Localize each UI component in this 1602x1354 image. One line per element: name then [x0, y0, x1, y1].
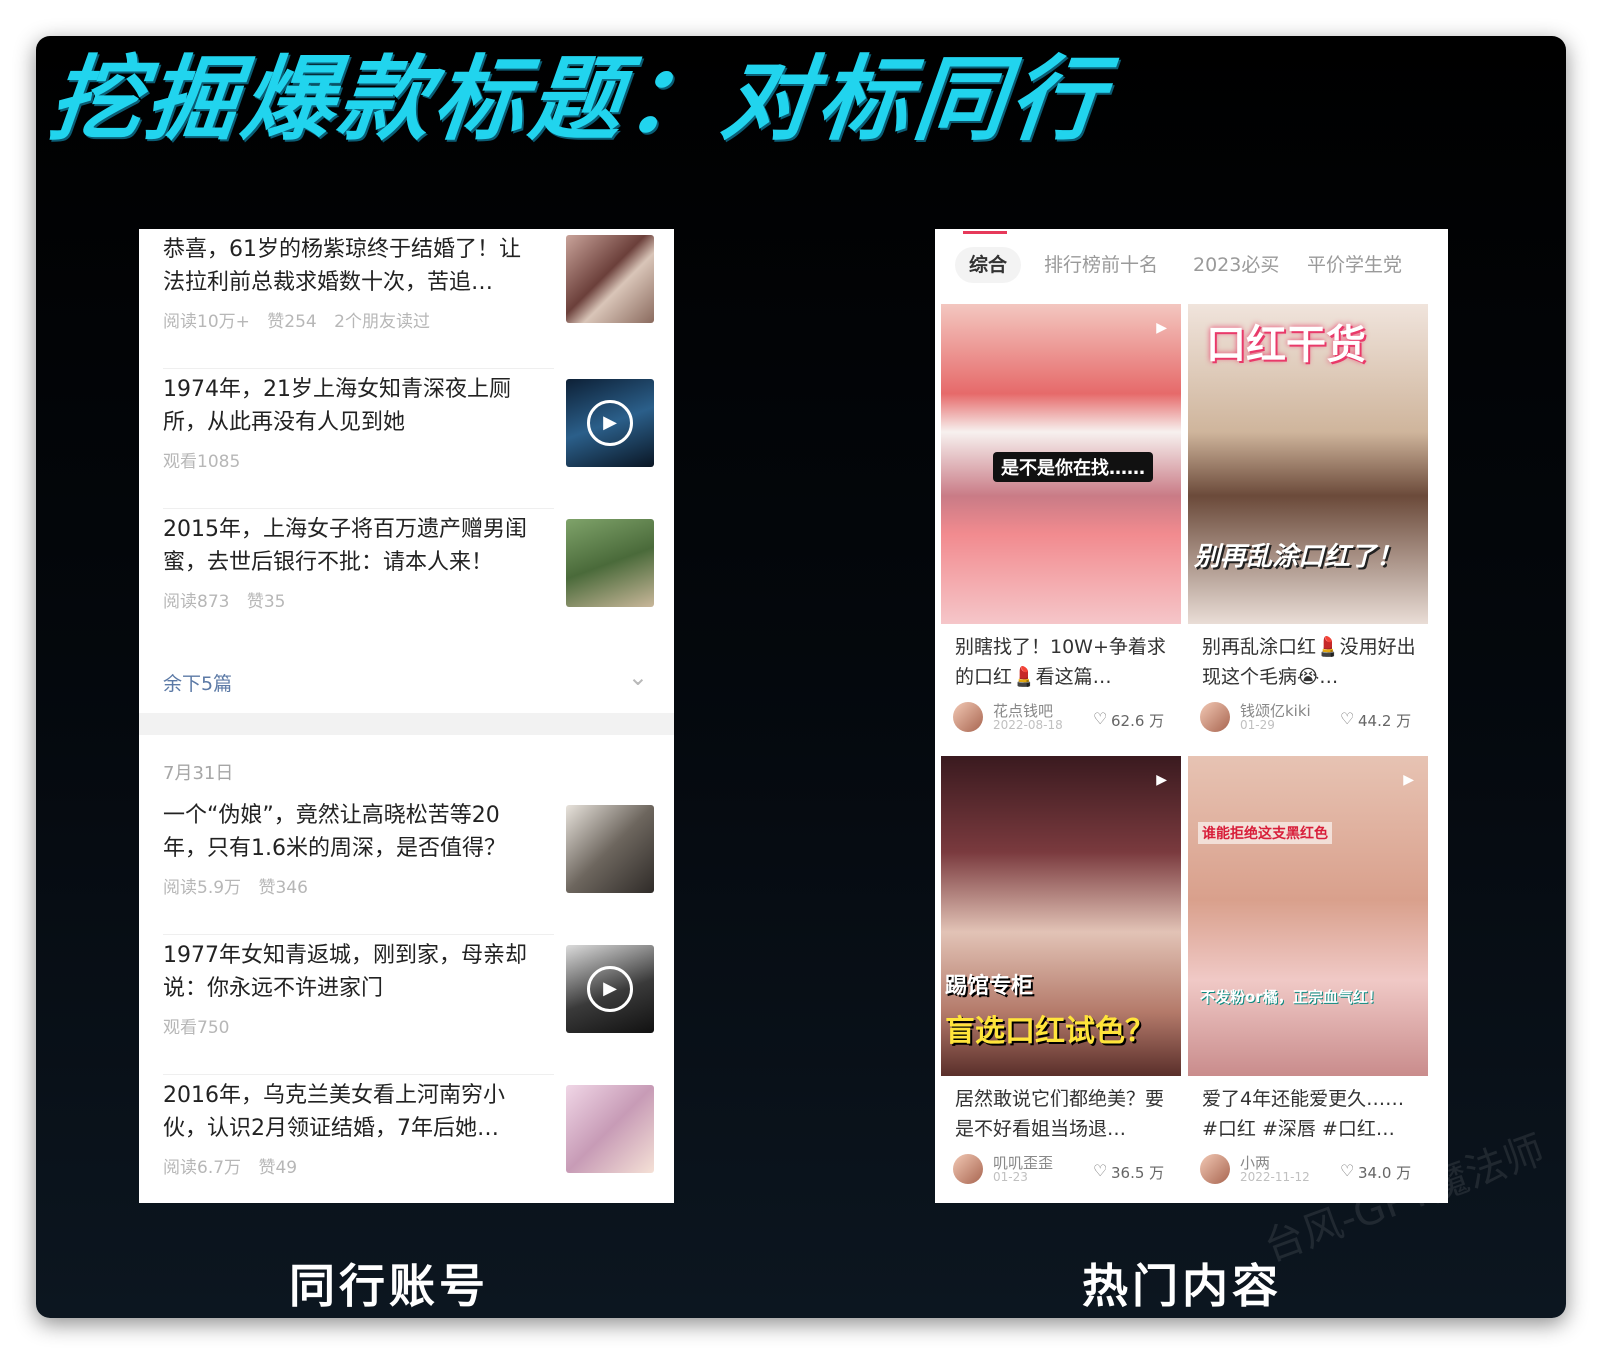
video-thumbnail[interactable]: ▶ [566, 379, 654, 467]
note-card[interactable]: ▶ 踢馆专柜 盲选口红试色？ 居然敢说它们都绝美？要是不好看姐当场退… 叽叽歪歪… [941, 756, 1181, 1186]
like-count: 赞346 [258, 878, 308, 898]
article-thumbnail[interactable] [566, 519, 654, 607]
note-card[interactable]: ▶ 是不是你在找…… 别瞎找了！10W+争着求的口红💄看这篇… 花点钱吧 202… [941, 304, 1181, 734]
video-icon: ▶ [1156, 320, 1167, 336]
like-count: 赞254 [267, 312, 317, 332]
tab-overall[interactable]: 综合 [955, 247, 1022, 283]
article-item[interactable]: 1974年，21岁上海女知青深夜上厕所，从此再没有人见到她 观看1085 ▶ [139, 369, 674, 509]
like-count: 62.6 万 [1111, 712, 1165, 730]
note-footer: 花点钱吧 2022-08-18 ♡ 62.6 万 [953, 700, 1175, 734]
peer-account-panel: 恭喜，61岁的杨紫琼终于结婚了！让法拉利前总裁求婚数十次，苦追… 阅读10万+ … [139, 229, 674, 1203]
article-thumbnail[interactable] [566, 1085, 654, 1173]
article-meta: 阅读5.9万 赞346 [163, 873, 320, 898]
heart-icon[interactable]: ♡ [1093, 1161, 1107, 1180]
article-title: 一个“伪娘”，竟然让高晓松苦等20年，只有1.6米的周深，是否值得？ [163, 803, 506, 861]
friends-read: 2个朋友读过 [334, 312, 430, 332]
heart-icon[interactable]: ♡ [1340, 1161, 1354, 1180]
slide: 挖掘爆款标题：对标同行 恭喜，61岁的杨紫琼终于结婚了！让法拉利前总裁求婚数十次… [36, 36, 1566, 1318]
article-item[interactable]: 一个“伪娘”，竟然让高晓松苦等20年，只有1.6米的周深，是否值得？ 阅读5.9… [139, 795, 674, 935]
article-item[interactable]: 2016年，乌克兰美女看上河南穷小伙，认识2月领证结婚，7年后她… 阅读6.7万… [139, 1075, 674, 1203]
hot-content-panel: 综合 排行榜前十名 2023必买 平价学生党 ▶ 是不是你在找…… 别瞎找了！1… [935, 229, 1448, 1203]
cover-headline: 谁能拒绝这支黑红色 [1198, 822, 1332, 844]
read-count: 阅读5.9万 [163, 878, 242, 898]
expand-more-row[interactable]: 余下5篇 ⌄ [139, 649, 674, 713]
cover-caption: 别再乱涂口红了！ [1194, 542, 1403, 572]
note-title: 别瞎找了！10W+争着求的口红💄看这篇… [955, 636, 1166, 688]
read-count: 阅读6.7万 [163, 1158, 242, 1178]
article-thumbnail[interactable] [566, 805, 654, 893]
heart-icon[interactable]: ♡ [1340, 709, 1354, 728]
more-articles-link[interactable]: 余下5篇 [163, 669, 232, 696]
like-count: 44.2 万 [1358, 712, 1412, 730]
article-meta: 观看750 [163, 1013, 241, 1038]
like-count: 赞35 [246, 592, 286, 612]
note-title: 别再乱涂口红💄没用好出现这个毛病😭… [1202, 636, 1416, 688]
tab-bar: 综合 排行榜前十名 2023必买 平价学生党 [935, 229, 1448, 301]
note-cover[interactable]: 口红干货 别再乱涂口红了！ [1188, 304, 1428, 624]
view-count: 观看1085 [163, 452, 241, 472]
cover-caption: 盲选口红试色？ [945, 1014, 1155, 1049]
read-count: 阅读873 [163, 592, 230, 612]
tab-2023-must-buy[interactable]: 2023必买 [1179, 247, 1293, 283]
note-footer: 钱颂亿kiki 01-29 ♡ 44.2 万 [1200, 700, 1422, 734]
play-icon[interactable]: ▶ [587, 966, 633, 1012]
date-label: 7月31日 [163, 763, 234, 784]
article-meta: 阅读6.7万 赞49 [163, 1153, 309, 1178]
cover-caption: 不发粉or橘，正宗血气红！ [1200, 988, 1383, 1006]
note-footer: 叽叽歪歪 01-23 ♡ 36.5 万 [953, 1152, 1175, 1186]
avatar[interactable] [953, 702, 983, 732]
video-icon: ▶ [1403, 772, 1414, 788]
video-icon: ▶ [1156, 772, 1167, 788]
article-meta: 阅读873 赞35 [163, 587, 298, 612]
cover-headline: 口红干货 [1206, 322, 1366, 368]
caption-peer-accounts: 同行账号 [289, 1259, 489, 1313]
like-count: 36.5 万 [1111, 1164, 1165, 1182]
video-thumbnail[interactable]: ▶ [566, 945, 654, 1033]
cover-caption: 是不是你在找…… [993, 452, 1153, 482]
avatar[interactable] [1200, 1154, 1230, 1184]
tab-top-ten[interactable]: 排行榜前十名 [1030, 247, 1172, 283]
article-title: 2015年，上海女子将百万遗产赠男闺蜜，去世后银行不批：请本人来！ [163, 517, 527, 575]
headline: 挖掘爆款标题：对标同行 [44, 46, 1112, 153]
article-title: 恭喜，61岁的杨紫琼终于结婚了！让法拉利前总裁求婚数十次，苦追… [163, 237, 521, 295]
read-count: 阅读10万+ [163, 312, 250, 332]
article-item[interactable]: 1977年女知青返城，刚到家，母亲却说：你永远不许进家门 观看750 ▶ [139, 935, 674, 1075]
tab-accent [963, 231, 1007, 234]
section-separator [139, 713, 674, 735]
heart-icon[interactable]: ♡ [1093, 709, 1107, 728]
article-title: 1977年女知青返城，刚到家，母亲却说：你永远不许进家门 [163, 943, 527, 1001]
article-title: 2016年，乌克兰美女看上河南穷小伙，认识2月领证结婚，7年后她… [163, 1083, 505, 1141]
note-title: 居然敢说它们都绝美？要是不好看姐当场退… [955, 1088, 1165, 1140]
note-cover[interactable]: ▶ 谁能拒绝这支黑红色 不发粉or橘，正宗血气红！ [1188, 756, 1428, 1076]
article-meta: 阅读10万+ 赞254 2个朋友读过 [163, 307, 442, 332]
post-date: 01-23 [993, 1170, 1028, 1184]
date-header: 7月31日 [139, 735, 674, 795]
view-count: 观看750 [163, 1018, 230, 1038]
cover-headline: 踢馆专柜 [945, 974, 1034, 999]
avatar[interactable] [1200, 702, 1230, 732]
note-card[interactable]: 口红干货 别再乱涂口红了！ 别再乱涂口红💄没用好出现这个毛病😭… 钱颂亿kiki… [1188, 304, 1428, 734]
like-count: 赞49 [258, 1158, 298, 1178]
article-meta: 观看1085 [163, 447, 252, 472]
caption-hot-content: 热门内容 [1082, 1259, 1282, 1313]
post-date: 2022-11-12 [1240, 1170, 1310, 1184]
note-cover[interactable]: ▶ 是不是你在找…… [941, 304, 1181, 624]
note-card[interactable]: ▶ 谁能拒绝这支黑红色 不发粉or橘，正宗血气红！ 爱了4年还能爱更久……#口红… [1188, 756, 1428, 1186]
play-icon[interactable]: ▶ [587, 400, 633, 446]
article-title: 1974年，21岁上海女知青深夜上厕所，从此再没有人见到她 [163, 377, 511, 435]
post-date: 2022-08-18 [993, 718, 1063, 732]
post-date: 01-29 [1240, 718, 1275, 732]
article-item[interactable]: 恭喜，61岁的杨紫琼终于结婚了！让法拉利前总裁求婚数十次，苦追… 阅读10万+ … [139, 229, 674, 369]
chevron-down-icon[interactable]: ⌄ [628, 663, 648, 691]
avatar[interactable] [953, 1154, 983, 1184]
article-item[interactable]: 2015年，上海女子将百万遗产赠男闺蜜，去世后银行不批：请本人来！ 阅读873 … [139, 509, 674, 649]
tab-student-budget[interactable]: 平价学生党 [1293, 247, 1416, 283]
note-cover[interactable]: ▶ 踢馆专柜 盲选口红试色？ [941, 756, 1181, 1076]
article-thumbnail[interactable] [566, 235, 654, 323]
note-title: 爱了4年还能爱更久……#口红 #深唇 #口红… [1202, 1088, 1405, 1140]
